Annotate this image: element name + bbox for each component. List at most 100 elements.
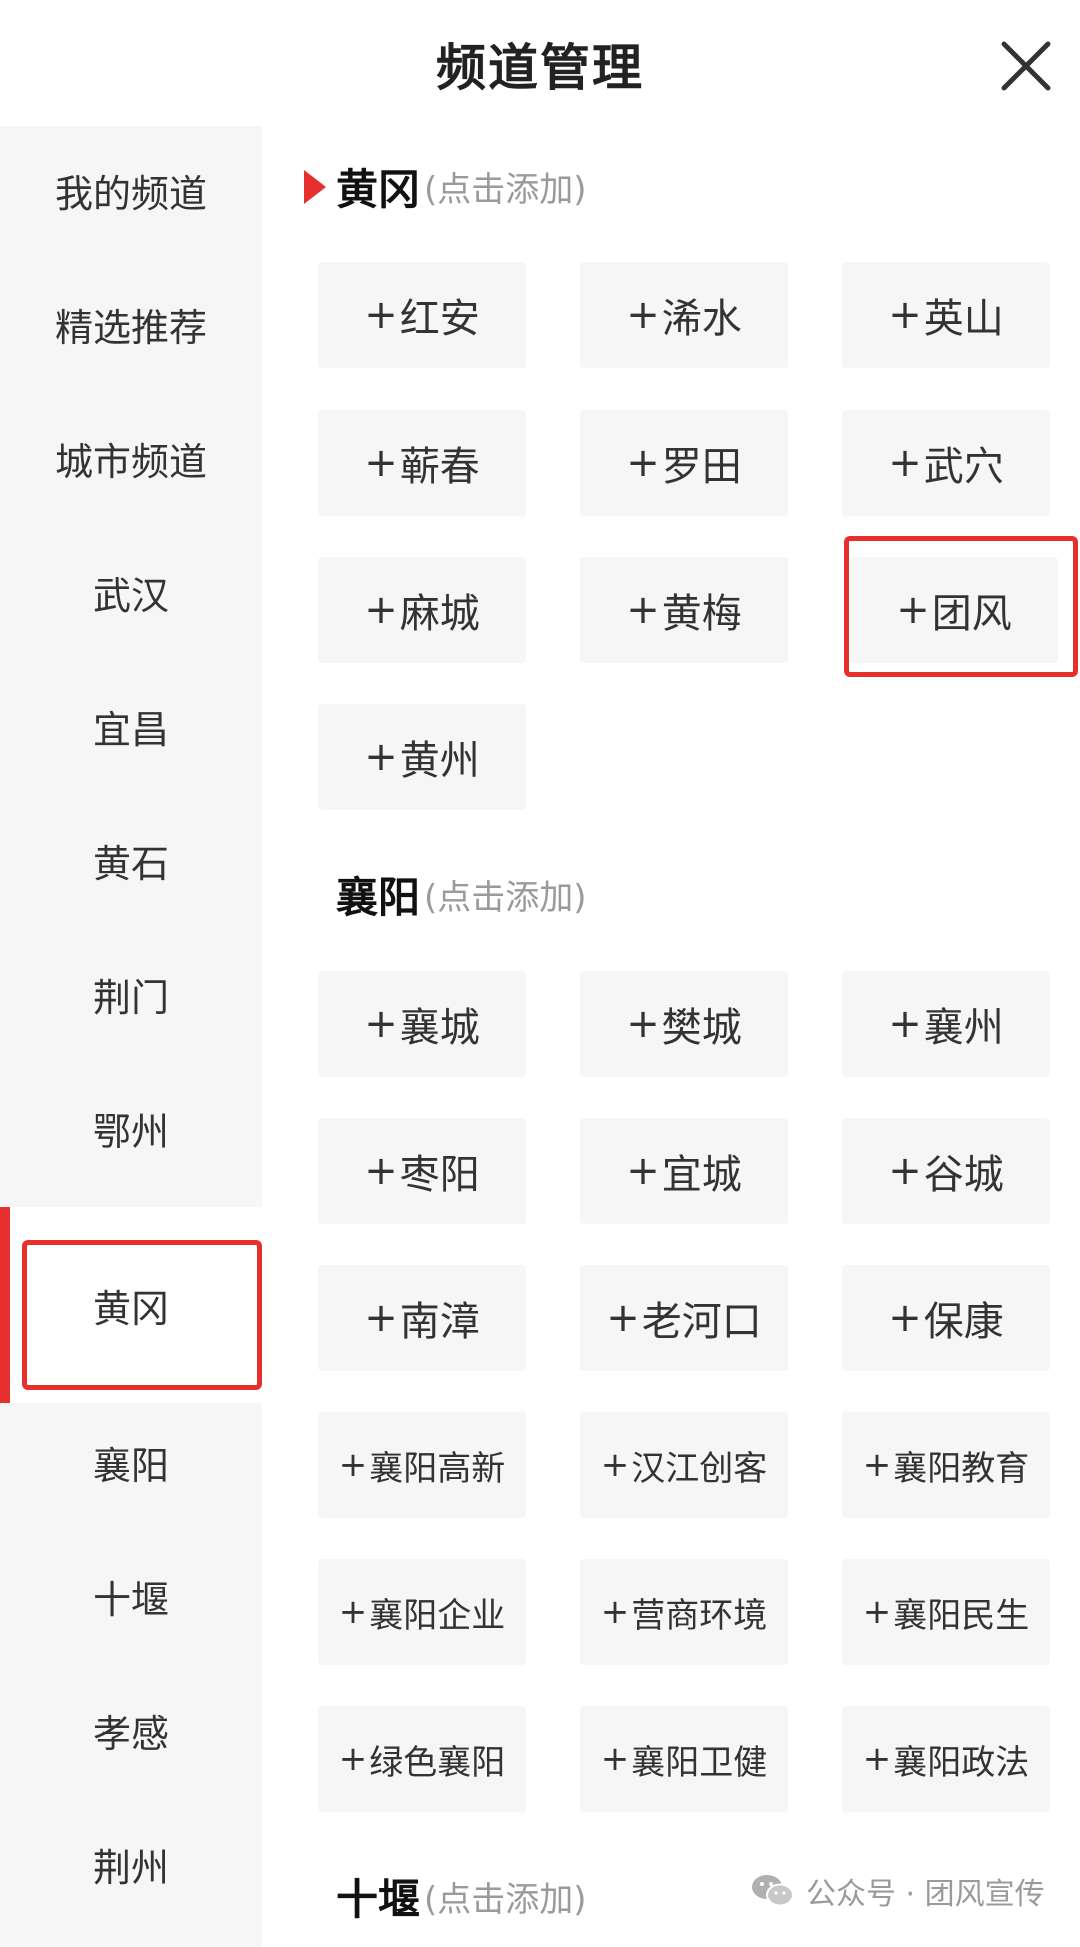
plus-icon: + — [364, 734, 398, 780]
active-indicator — [0, 1207, 10, 1403]
sidebar-item-label: 黄石 — [92, 841, 169, 886]
chip-xiangyang-law[interactable]: + 襄阳政法 — [842, 1706, 1050, 1812]
chip-baokang[interactable]: + 保康 — [842, 1265, 1050, 1371]
chip-yingshan[interactable]: + 英山 — [842, 262, 1050, 368]
chip-label: 蕲春 — [399, 444, 480, 490]
section-hint: (点击添加) — [424, 169, 587, 210]
section-header-shiyan: 十堰 (点击添加) — [336, 1866, 587, 1926]
chip-label: 绿色襄阳 — [369, 1742, 506, 1783]
chip-xiangcheng[interactable]: + 襄城 — [318, 971, 526, 1077]
plus-icon: + — [862, 1445, 892, 1485]
chip-qichun[interactable]: + 蕲春 — [318, 410, 526, 516]
chip-hanjiang-maker[interactable]: + 汉江创客 — [580, 1412, 788, 1518]
chip-xiangzhou[interactable]: + 襄州 — [842, 971, 1050, 1077]
sidebar-item-label: 荆门 — [92, 975, 169, 1020]
chip-huangzhou[interactable]: + 黄州 — [318, 704, 526, 810]
plus-icon: + — [338, 1445, 368, 1485]
chip-label: 襄阳民生 — [893, 1595, 1030, 1636]
chip-xiangyang-livelihood[interactable]: + 襄阳民生 — [842, 1559, 1050, 1665]
chip-green-xiangyang[interactable]: + 绿色襄阳 — [318, 1706, 526, 1812]
plus-icon: + — [626, 1001, 660, 1047]
chip-label: 营商环境 — [631, 1595, 768, 1636]
sidebar-item-xiangyang[interactable]: 襄阳 — [0, 1412, 262, 1512]
sidebar-item-label: 襄阳 — [92, 1443, 169, 1488]
sidebar-item-jingzhou[interactable]: 荆州 — [0, 1814, 262, 1914]
chip-zaoyang[interactable]: + 枣阳 — [318, 1118, 526, 1224]
plus-icon: + — [364, 1001, 398, 1047]
chip-luotian[interactable]: + 罗田 — [580, 410, 788, 516]
plus-icon: + — [364, 1148, 398, 1194]
chip-label: 襄阳教育 — [893, 1448, 1030, 1489]
plus-icon: + — [338, 1592, 368, 1632]
plus-icon: + — [600, 1592, 630, 1632]
chip-label: 襄阳高新 — [369, 1448, 506, 1489]
chip-huangmei[interactable]: + 黄梅 — [580, 557, 788, 663]
sidebar-item-my-channels[interactable]: 我的频道 — [0, 140, 262, 240]
chip-label: 老河口 — [641, 1299, 762, 1345]
chip-label: 枣阳 — [399, 1152, 480, 1198]
sidebar-item-label: 孝感 — [92, 1711, 169, 1756]
chip-label: 襄阳企业 — [369, 1595, 506, 1636]
chip-hongan[interactable]: + 红安 — [318, 262, 526, 368]
chip-nanzhang[interactable]: + 南漳 — [318, 1265, 526, 1371]
chip-label: 浠水 — [661, 296, 742, 342]
close-icon — [1001, 41, 1051, 91]
header: 频道管理 — [0, 0, 1080, 126]
sidebar-item-ezhou[interactable]: 鄂州 — [0, 1078, 262, 1178]
chip-label: 武穴 — [923, 444, 1004, 490]
chip-label: 襄阳政法 — [893, 1742, 1030, 1783]
chip-xiangyang-health[interactable]: + 襄阳卫健 — [580, 1706, 788, 1812]
plus-icon: + — [338, 1739, 368, 1779]
section-header-xiangyang: 襄阳 (点击添加) — [336, 864, 587, 924]
sidebar-item-featured[interactable]: 精选推荐 — [0, 274, 262, 374]
chip-label: 襄城 — [399, 1005, 480, 1051]
plus-icon: + — [364, 587, 398, 633]
plus-icon: + — [626, 1148, 660, 1194]
sidebar-item-jingmen[interactable]: 荆门 — [0, 944, 262, 1044]
chip-xiangyang-education[interactable]: + 襄阳教育 — [842, 1412, 1050, 1518]
sidebar-item-label: 精选推荐 — [54, 305, 207, 350]
section-marker — [304, 170, 326, 204]
wechat-icon — [752, 1875, 794, 1907]
sidebar-item-wuhan[interactable]: 武汉 — [0, 542, 262, 642]
plus-icon: + — [600, 1445, 630, 1485]
channel-management-page: 频道管理 我的频道 精选推荐 城市频道 武汉 宜昌 黄石 荆门 鄂州 黄冈 襄阳… — [0, 0, 1080, 1947]
chip-label: 襄州 — [923, 1005, 1004, 1051]
sidebar-item-label: 城市频道 — [54, 439, 207, 484]
section-title: 襄阳 — [336, 872, 421, 922]
chip-laohekou[interactable]: + 老河口 — [580, 1265, 788, 1371]
chip-wuxue[interactable]: + 武穴 — [842, 410, 1050, 516]
plus-icon: + — [896, 587, 930, 633]
chip-xiangyang-enterprise[interactable]: + 襄阳企业 — [318, 1559, 526, 1665]
sidebar-item-xiaogan[interactable]: 孝感 — [0, 1680, 262, 1780]
chip-xishui[interactable]: + 浠水 — [580, 262, 788, 368]
chip-label: 罗田 — [661, 444, 742, 490]
section-title: 黄冈 — [336, 164, 421, 214]
section-hint: (点击添加) — [424, 877, 587, 918]
chip-label: 宜城 — [661, 1152, 742, 1198]
sidebar-item-label: 我的频道 — [54, 171, 207, 216]
sidebar-item-city-channels[interactable]: 城市频道 — [0, 408, 262, 508]
chip-label: 谷城 — [923, 1152, 1004, 1198]
chip-gucheng[interactable]: + 谷城 — [842, 1118, 1050, 1224]
watermark: 公众号 · 团风宣传 — [750, 1866, 1045, 1916]
sidebar-item-label: 鄂州 — [92, 1109, 169, 1154]
chip-xiangyang-hi-tech[interactable]: + 襄阳高新 — [318, 1412, 526, 1518]
chip-fancheng[interactable]: + 樊城 — [580, 971, 788, 1077]
chip-label: 保康 — [923, 1299, 1004, 1345]
chip-tuanfeng[interactable]: + 团风 — [850, 557, 1058, 663]
sidebar-item-yichang[interactable]: 宜昌 — [0, 676, 262, 776]
sidebar-item-huangshi[interactable]: 黄石 — [0, 810, 262, 910]
plus-icon: + — [888, 1295, 922, 1341]
section-title: 十堰 — [336, 1874, 421, 1924]
sidebar-item-huanggang[interactable]: 黄冈 — [0, 1207, 262, 1403]
plus-icon: + — [606, 1295, 640, 1341]
chip-business-environment[interactable]: + 营商环境 — [580, 1559, 788, 1665]
sidebar-item-shiyan[interactable]: 十堰 — [0, 1546, 262, 1646]
chip-label: 汉江创客 — [631, 1448, 768, 1489]
chip-macheng[interactable]: + 麻城 — [318, 557, 526, 663]
close-button[interactable] — [996, 36, 1056, 96]
chip-yicheng[interactable]: + 宜城 — [580, 1118, 788, 1224]
sidebar-item-label: 荆州 — [92, 1845, 169, 1890]
plus-icon: + — [364, 292, 398, 338]
